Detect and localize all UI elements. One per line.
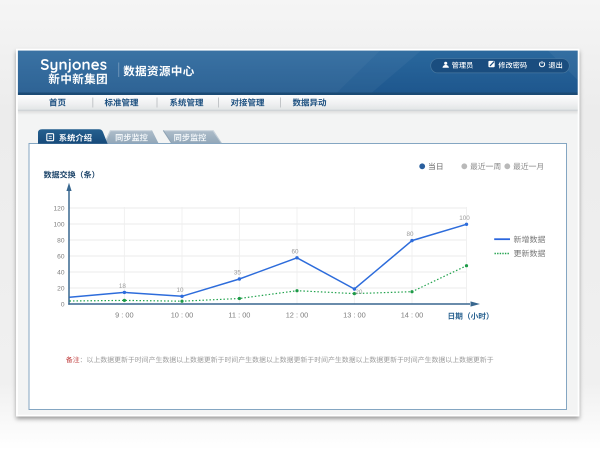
svg-text:10: 10 <box>176 287 184 294</box>
svg-text:20: 20 <box>57 286 65 293</box>
svg-text:60: 60 <box>57 254 65 261</box>
svg-text:13 : 00: 13 : 00 <box>343 310 366 319</box>
svg-text:35: 35 <box>234 270 242 277</box>
svg-text:80: 80 <box>57 238 65 245</box>
svg-text:40: 40 <box>57 270 65 277</box>
svg-text:120: 120 <box>53 206 64 213</box>
svg-text:10 : 00: 10 : 00 <box>171 310 194 319</box>
svg-text:12 : 00: 12 : 00 <box>286 310 309 319</box>
svg-text:14 : 00: 14 : 00 <box>401 310 424 319</box>
svg-text:80: 80 <box>406 231 414 238</box>
svg-text:11 : 00: 11 : 00 <box>228 310 250 319</box>
svg-text:20: 20 <box>355 289 363 296</box>
svg-text:9 : 00: 9 : 00 <box>115 310 134 319</box>
svg-text:60: 60 <box>291 248 299 255</box>
svg-text:100: 100 <box>459 215 470 222</box>
svg-text:0: 0 <box>61 302 65 309</box>
svg-text:18: 18 <box>119 283 127 290</box>
svg-text:100: 100 <box>53 222 64 229</box>
